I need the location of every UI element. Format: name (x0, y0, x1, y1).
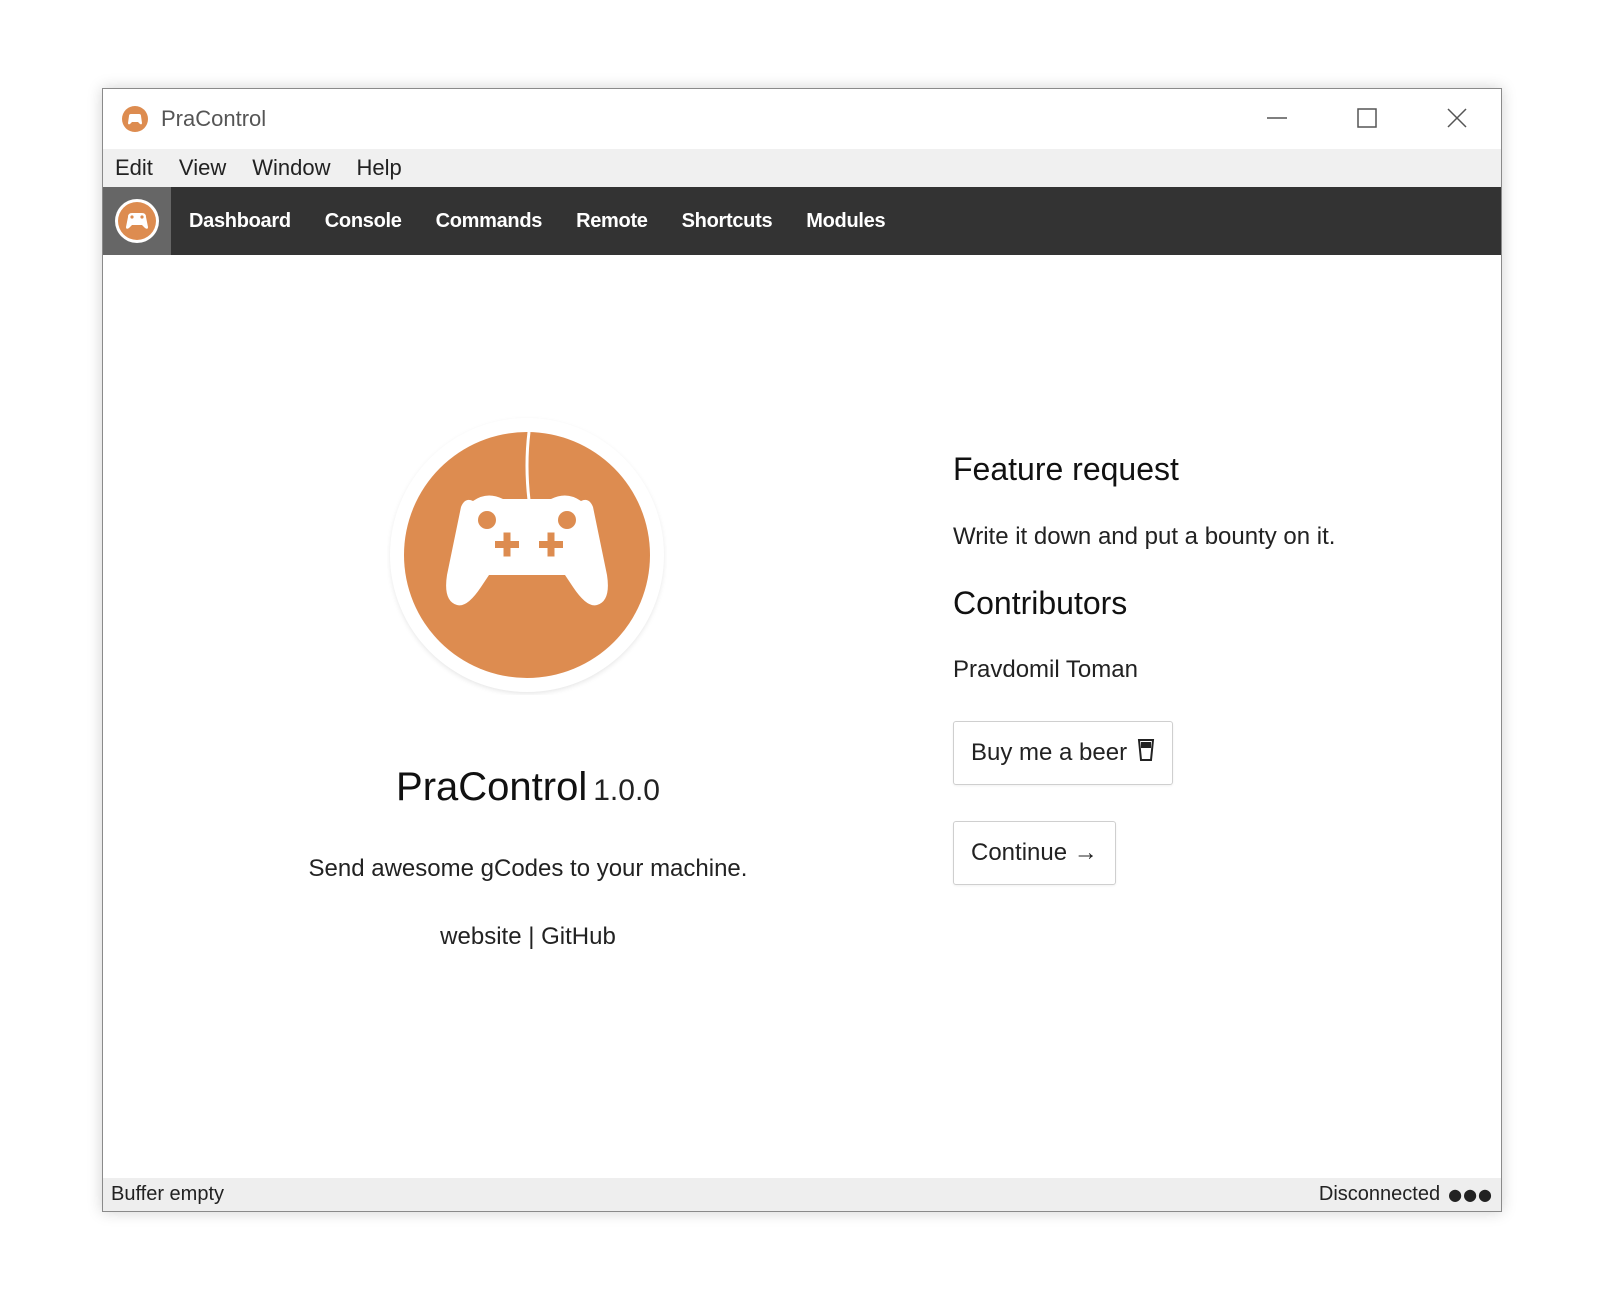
continue-button[interactable]: Continue → (953, 821, 1116, 885)
buffer-status: Buffer empty (111, 1183, 225, 1205)
menu-view[interactable]: View (179, 149, 226, 187)
app-window: PraControl Edit View Window Help Dashboa… (102, 88, 1502, 1212)
buy-beer-label: Buy me a beer (971, 739, 1128, 766)
about-app-column: PraControl 1.0.0 Send awesome gCodes to y… (103, 255, 953, 1178)
menu-help[interactable]: Help (356, 149, 401, 187)
nav-modules[interactable]: Modules (806, 187, 885, 255)
nav-console[interactable]: Console (325, 187, 402, 255)
close-icon (1447, 108, 1467, 128)
window-title: PraControl (161, 106, 267, 131)
maximize-button[interactable] (1321, 89, 1413, 147)
contributor-name: Pravdomil Toman (953, 656, 1138, 683)
feature-request-heading: Feature request (953, 451, 1179, 487)
status-bar: Buffer empty Disconnected ●●● (103, 1178, 1501, 1211)
nav-shortcuts[interactable]: Shortcuts (682, 187, 773, 255)
close-button[interactable] (1411, 89, 1503, 147)
gamepad-logo-icon (115, 199, 159, 243)
menu-edit[interactable]: Edit (115, 149, 153, 187)
app-tagline: Send awesome gCodes to your machine. (308, 855, 748, 882)
link-separator: | (528, 923, 535, 950)
connection-indicator: ●●● (1448, 1185, 1493, 1204)
connection-status: Disconnected ●●● (1319, 1183, 1493, 1206)
nav-dashboard[interactable]: Dashboard (189, 187, 291, 255)
nav-commands[interactable]: Commands (436, 187, 543, 255)
contributors-heading: Contributors (953, 585, 1128, 621)
gamepad-icon (122, 106, 148, 132)
about-page: PraControl 1.0.0 Send awesome gCodes to y… (103, 255, 1501, 1178)
title-bar[interactable]: PraControl (103, 89, 1501, 149)
app-name: PraControl (396, 765, 588, 809)
maximize-icon (1357, 108, 1377, 128)
nav-brand[interactable] (103, 187, 171, 255)
github-link[interactable]: GitHub (541, 923, 616, 950)
beer-icon (1137, 738, 1155, 768)
app-name-heading: PraControl 1.0.0 (103, 765, 953, 810)
app-version: 1.0.0 (593, 774, 660, 807)
buy-beer-button[interactable]: Buy me a beer (953, 721, 1174, 785)
app-logo-icon (390, 418, 664, 693)
feature-request-text: Write it down and put a bounty on it. (953, 523, 1336, 550)
menu-window[interactable]: Window (252, 149, 330, 187)
info-column: Feature request Write it down and put a … (953, 255, 1493, 1178)
connection-status-text: Disconnected (1318, 1183, 1441, 1205)
website-link[interactable]: website (440, 923, 521, 950)
continue-label: Continue → (971, 839, 1098, 866)
minimize-icon (1267, 117, 1287, 119)
nav-remote[interactable]: Remote (576, 187, 648, 255)
menu-bar: Edit View Window Help (103, 149, 1501, 187)
minimize-button[interactable] (1231, 89, 1323, 147)
top-nav: Dashboard Console Commands Remote Shortc… (103, 187, 1501, 255)
app-links: website | GitHub (103, 923, 953, 951)
